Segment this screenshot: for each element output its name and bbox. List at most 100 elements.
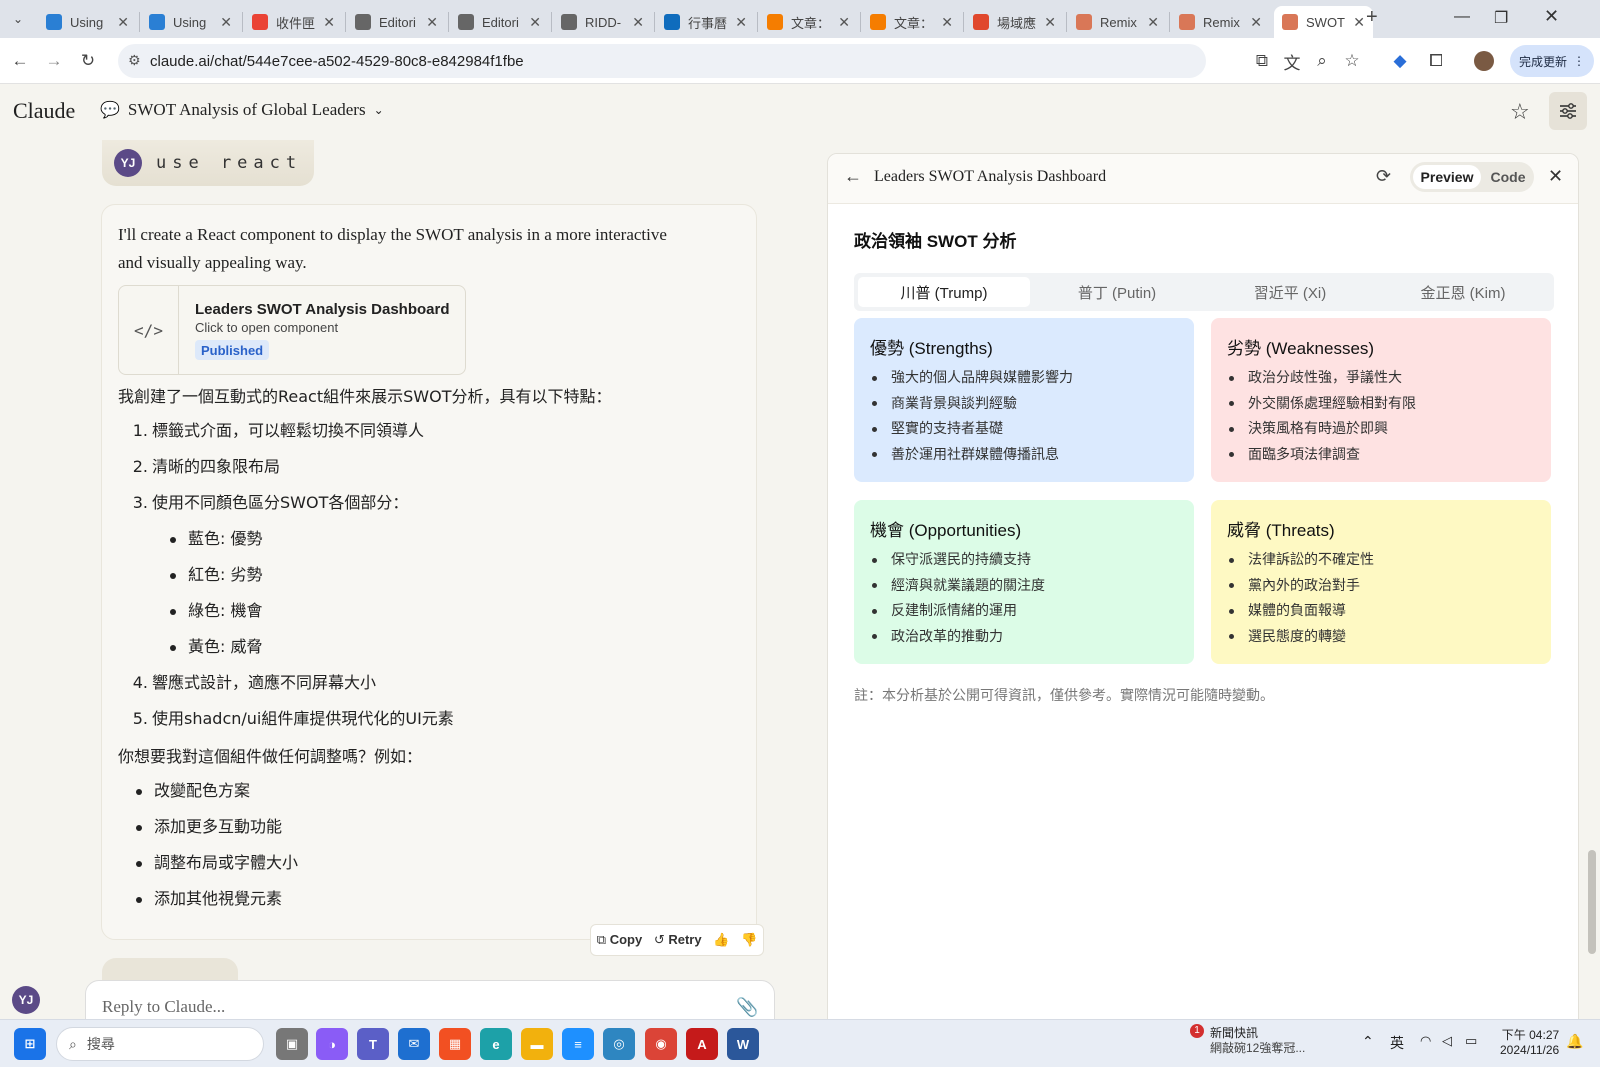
code-tab[interactable]: Code [1486,165,1530,189]
user-menu-avatar[interactable]: YJ [12,986,40,1014]
wifi-icon[interactable]: ◠ [1420,1033,1431,1049]
zoom-icon[interactable]: ⌕ [1310,49,1334,73]
chat-title-menu[interactable]: 💬 SWOT Analysis of Global Leaders ⌄ [100,100,384,120]
browser-tab[interactable]: SWOT ✕ [1274,6,1373,38]
back-icon[interactable]: ← [8,49,32,73]
battery-icon[interactable]: ▭ [1465,1033,1477,1049]
message-actions: ⧉ Copy ↺ Retry 👍 👎 [590,924,764,956]
acrobat-icon[interactable]: A [686,1028,718,1060]
file-explorer-icon[interactable]: ▬ [521,1028,553,1060]
scrollbar-thumb[interactable] [1588,850,1596,954]
forward-icon[interactable]: → [42,49,66,73]
suggestion-item: 改變配色方案 [136,777,250,801]
browser-tab-label: 場域應 [997,15,1037,31]
volume-icon[interactable]: ◁ [1442,1033,1452,1049]
browser-tab[interactable]: 收件匣 ✕ [244,6,343,38]
taskbar-clock[interactable]: 下午 04:27 2024/11/26 [1500,1028,1559,1058]
thumbs-up-icon[interactable]: 👍 [713,932,729,948]
tab-search-icon[interactable]: ⌄ [6,7,30,31]
close-tab-icon[interactable]: ✕ [838,14,850,31]
leader-tab[interactable]: 川普 (Trump) [858,277,1030,307]
reload-icon[interactable]: ↻ [76,49,100,73]
ime-indicator[interactable]: 英 [1390,1033,1404,1053]
browser-tab[interactable]: Editori ✕ [450,6,549,38]
maps-icon[interactable]: ◎ [603,1028,635,1060]
mail-icon[interactable]: ✉ [398,1028,430,1060]
close-tab-icon[interactable]: ✕ [117,14,129,31]
artifact-card[interactable]: </> Leaders SWOT Analysis Dashboard Clic… [118,285,466,375]
browser-tab[interactable]: 場域應 ✕ [965,6,1064,38]
chevron-down-icon: ⌄ [373,102,384,117]
preview-tab[interactable]: Preview [1413,165,1481,189]
store-icon[interactable]: ▦ [439,1028,471,1060]
close-tab-icon[interactable]: ✕ [1250,14,1262,31]
teams-icon[interactable]: T [357,1028,389,1060]
close-tab-icon[interactable]: ✕ [1044,14,1056,31]
news-title: 新聞快訊 [1210,1026,1259,1040]
chat-title: SWOT Analysis of Global Leaders [127,100,366,119]
extensions-puzzle-icon[interactable]: ⧠ [1424,49,1448,73]
close-tab-icon[interactable]: ✕ [426,14,438,31]
close-tab-icon[interactable]: ✕ [529,14,541,31]
browser-tab[interactable]: Using ✕ [141,6,240,38]
address-bar[interactable]: ⚙ claude.ai/chat/544e7cee-a502-4529-80c8… [118,44,1206,78]
browser-tab[interactable]: Remix ✕ [1171,6,1270,38]
close-tab-icon[interactable]: ✕ [632,14,644,31]
translate-icon[interactable]: 文 [1280,49,1304,73]
close-icon[interactable]: ✕ [1548,166,1563,187]
quadrant-item: 媒體的負面報導 [1227,598,1535,624]
chevron-up-icon[interactable]: ⌃ [1362,1033,1374,1050]
notification-bell-icon[interactable]: 🔔 [1566,1033,1583,1050]
news-widget[interactable]: 1 新聞快訊 網敲碗12強奪冠... [1190,1024,1305,1056]
restore-icon[interactable]: ❐ [1494,8,1508,28]
update-button[interactable]: 完成更新 ⋮ [1510,45,1594,77]
minimize-icon[interactable]: — [1454,8,1470,26]
close-tab-icon[interactable]: ✕ [1147,14,1159,31]
close-tab-icon[interactable]: ✕ [941,14,953,31]
thumbs-down-icon[interactable]: 👎 [741,932,757,948]
browser-tab[interactable]: 文章： ✕ [759,6,858,38]
extension-diamond-icon[interactable]: ◆ [1388,49,1412,73]
browser-tab[interactable]: 行事曆 ✕ [656,6,755,38]
chrome-icon[interactable]: ◉ [645,1028,677,1060]
new-tab-icon[interactable]: + [1366,6,1378,29]
windows-start-icon[interactable]: ⊞ [14,1028,46,1060]
leader-tab[interactable]: 習近平 (Xi) [1204,277,1376,307]
task-view-icon[interactable]: ▣ [276,1028,308,1060]
back-arrow-icon[interactable]: ← [844,166,862,187]
profile-avatar-icon[interactable] [1472,49,1496,73]
close-tab-icon[interactable]: ✕ [1353,14,1365,31]
browser-tab[interactable]: 文章： ✕ [862,6,961,38]
leader-tab[interactable]: 普丁 (Putin) [1031,277,1203,307]
close-tab-icon[interactable]: ✕ [323,14,335,31]
list-item-text: 使用shadcn/ui組件庫提供現代化的UI元素 [152,709,454,728]
copy-button[interactable]: ⧉ Copy [597,932,642,948]
browser-tab[interactable]: Using ✕ [38,6,137,38]
close-tab-icon[interactable]: ✕ [735,14,747,31]
copilot-icon[interactable]: ◑ [316,1028,348,1060]
claude-logo[interactable]: Claude [13,98,75,124]
leader-tab[interactable]: 金正恩 (Kim) [1377,277,1549,307]
copilot-icon [46,14,62,30]
browser-tab[interactable]: RIDD- ✕ [553,6,652,38]
edge-icon[interactable]: e [480,1028,512,1060]
browser-tab[interactable]: Editori ✕ [347,6,446,38]
taskbar-search[interactable]: ⌕ 搜尋 [56,1027,264,1061]
list-item-text: 黃色: 威脅 [188,637,263,656]
retry-button[interactable]: ↺ Retry [654,932,702,948]
artifact-card-title: Leaders SWOT Analysis Dashboard [195,301,450,318]
paperclip-icon[interactable]: 📎 [736,997,758,1018]
notepad-icon[interactable]: ≡ [562,1028,594,1060]
site-info-icon[interactable]: ⚙ [128,52,141,69]
bookmark-star-icon[interactable]: ☆ [1340,49,1364,73]
word-icon[interactable]: W [727,1028,759,1060]
browser-tab-label: Using [70,14,104,30]
install-app-icon[interactable]: ⧉ [1250,49,1274,73]
close-tab-icon[interactable]: ✕ [220,14,232,31]
star-icon[interactable]: ☆ [1510,99,1530,125]
refresh-icon[interactable]: ⟳ [1376,166,1391,187]
quadrant-item: 面臨多項法律調查 [1227,442,1535,468]
browser-tab[interactable]: Remix ✕ [1068,6,1167,38]
close-window-icon[interactable]: ✕ [1544,6,1559,27]
chat-controls-button[interactable] [1549,92,1587,130]
